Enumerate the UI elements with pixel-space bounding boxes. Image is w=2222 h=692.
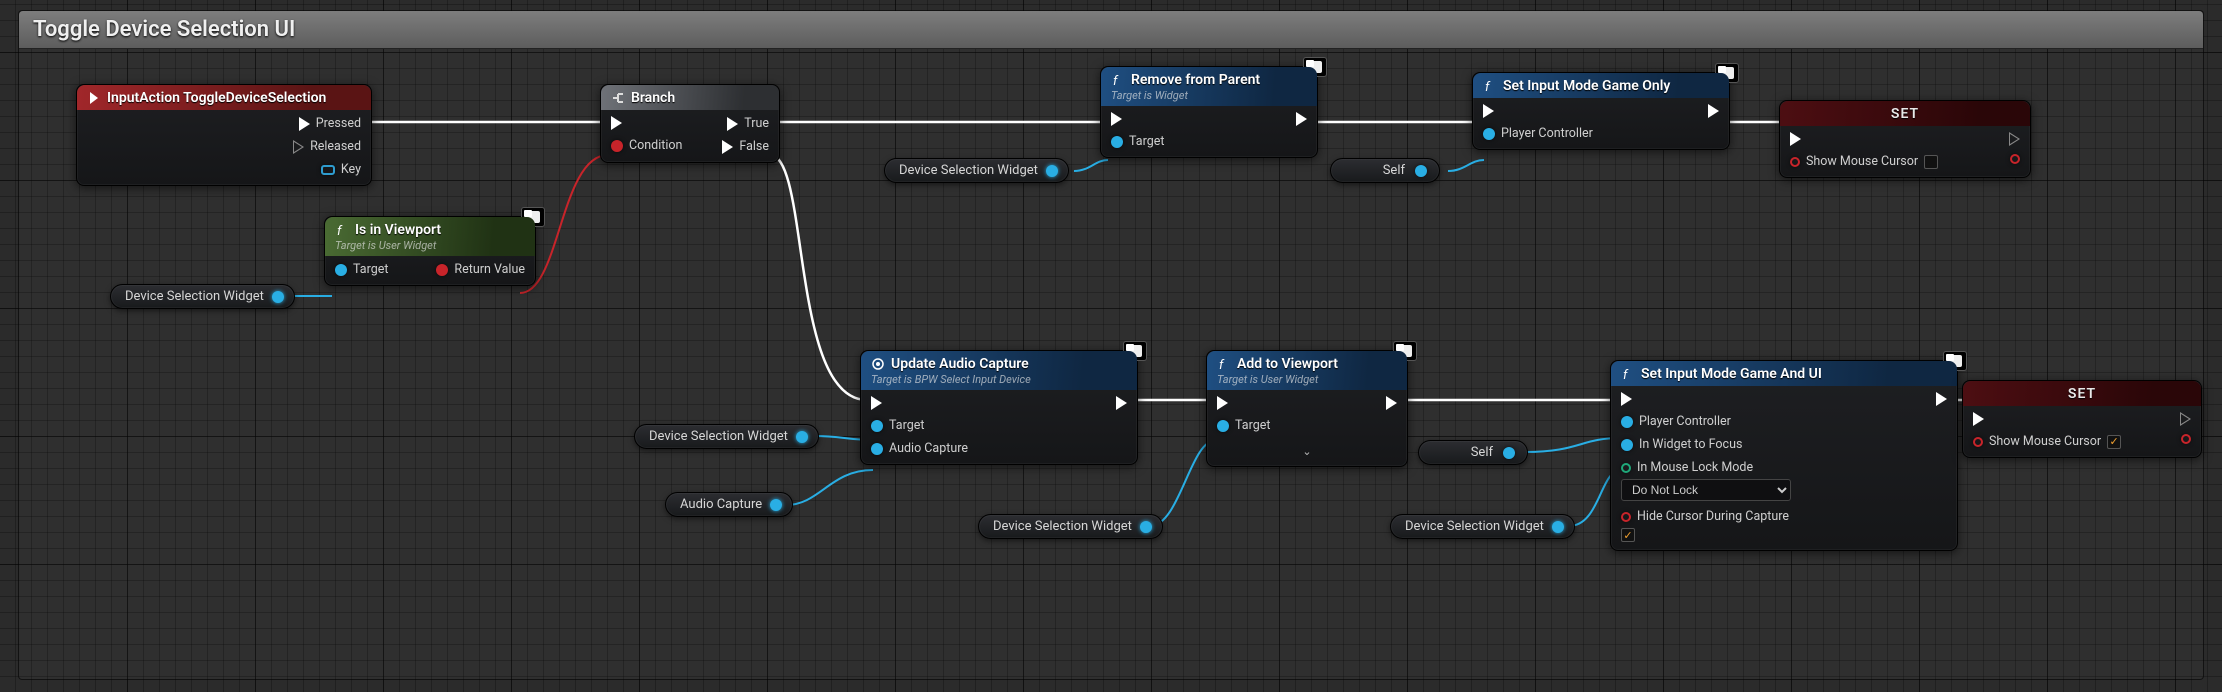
pin-return-value[interactable]: Return Value <box>436 262 525 277</box>
node-title: Set Input Mode Game Only <box>1503 78 1670 94</box>
pin-true[interactable]: True <box>727 116 769 131</box>
checkbox-unchecked[interactable] <box>1924 155 1938 169</box>
pin-exec-out[interactable] <box>1936 392 1947 406</box>
pin-exec-in[interactable] <box>871 396 882 410</box>
node-add-to-viewport[interactable]: f Add to Viewport Target is User Widget … <box>1206 350 1408 467</box>
node-title: Set Input Mode Game And UI <box>1641 366 1822 382</box>
node-title: Update Audio Capture <box>891 356 1029 372</box>
node-title: Add to Viewport <box>1237 356 1338 372</box>
node-title: SET <box>1790 106 2020 122</box>
pin-exec-in[interactable] <box>1621 392 1632 406</box>
var-device-selection-widget[interactable]: Device Selection Widget <box>884 158 1069 183</box>
event-call-icon <box>871 357 885 371</box>
var-label: Audio Capture <box>680 497 762 512</box>
svg-text:f: f <box>1485 80 1491 93</box>
pin-in-widget-to-focus[interactable]: In Widget to Focus <box>1621 437 1742 452</box>
expand-caret-icon[interactable]: ⌄ <box>1302 445 1311 458</box>
pin-show-mouse-cursor[interactable]: Show Mouse Cursor <box>1790 154 1938 169</box>
pin-in-mouse-lock-mode[interactable]: In Mouse Lock Mode Do Not Lock <box>1621 460 1791 501</box>
function-icon: f <box>1483 79 1497 93</box>
var-self[interactable]: Self <box>1418 440 1528 465</box>
function-icon: f <box>335 223 349 237</box>
node-title: InputAction ToggleDeviceSelection <box>107 90 326 106</box>
node-update-audio-capture[interactable]: Update Audio Capture Target is BPW Selec… <box>860 350 1138 465</box>
node-set-input-game-and-ui[interactable]: f Set Input Mode Game And UI Player Cont… <box>1610 360 1958 551</box>
var-label: Device Selection Widget <box>899 163 1038 178</box>
node-subtitle: Target is BPW Select Input Device <box>871 373 1127 386</box>
pin-exec-in[interactable] <box>1483 104 1494 118</box>
pin-false[interactable]: False <box>722 139 769 154</box>
node-set-show-mouse-cursor-true[interactable]: SET Show Mouse Cursor <box>1962 380 2202 458</box>
checkbox-checked[interactable] <box>2107 435 2121 449</box>
checkbox-checked[interactable] <box>1621 528 1635 542</box>
pin-exec-in[interactable] <box>1790 132 1801 146</box>
event-icon <box>87 91 101 105</box>
var-device-selection-widget[interactable]: Device Selection Widget <box>110 284 295 309</box>
var-label: Device Selection Widget <box>1405 519 1544 534</box>
node-title: SET <box>1973 386 2191 402</box>
pin-released[interactable]: Released <box>293 139 361 154</box>
comment-title[interactable]: Toggle Device Selection UI <box>19 11 2203 49</box>
pin-exec-out[interactable] <box>1386 396 1397 410</box>
node-subtitle: Target is User Widget <box>335 239 525 252</box>
pin-exec-out[interactable] <box>1708 104 1719 118</box>
pin-condition[interactable]: Condition <box>611 138 682 153</box>
pin-exec-in[interactable] <box>1217 396 1228 410</box>
node-subtitle: Target is Widget <box>1111 89 1307 102</box>
pin-pressed[interactable]: Pressed <box>299 116 361 131</box>
var-device-selection-widget[interactable]: Device Selection Widget <box>1390 514 1575 539</box>
node-remove-from-parent[interactable]: f Remove from Parent Target is Widget Ta… <box>1100 66 1318 158</box>
var-audio-capture[interactable]: Audio Capture <box>665 492 793 517</box>
node-title: Is in Viewport <box>355 222 441 238</box>
var-label: Self <box>1471 445 1493 460</box>
pin-target[interactable]: Target <box>1111 134 1164 149</box>
var-self[interactable]: Self <box>1330 158 1440 183</box>
var-device-selection-widget[interactable]: Device Selection Widget <box>634 424 819 449</box>
pin-target[interactable]: Target <box>335 262 388 277</box>
pin-player-controller[interactable]: Player Controller <box>1621 414 1731 429</box>
pin-target[interactable]: Target <box>871 418 924 433</box>
node-subtitle: Target is User Widget <box>1217 373 1397 386</box>
pin-player-controller[interactable]: Player Controller <box>1483 126 1593 141</box>
svg-text:f: f <box>1623 368 1629 381</box>
pin-exec-in[interactable] <box>611 116 622 130</box>
svg-text:f: f <box>1113 74 1119 87</box>
node-set-show-mouse-cursor-false[interactable]: SET Show Mouse Cursor <box>1779 100 2031 178</box>
node-set-input-game-only[interactable]: f Set Input Mode Game Only Player Contro… <box>1472 72 1730 150</box>
pin-exec-out[interactable] <box>2009 132 2020 146</box>
var-label: Device Selection Widget <box>649 429 788 444</box>
pin-target[interactable]: Target <box>1217 418 1270 433</box>
node-title: Branch <box>631 90 675 106</box>
pin-exec-in[interactable] <box>1111 112 1122 126</box>
var-label: Device Selection Widget <box>993 519 1132 534</box>
pin-exec-out[interactable] <box>1116 396 1127 410</box>
node-branch[interactable]: Branch Condition True False <box>600 84 780 163</box>
pin-audio-capture[interactable]: Audio Capture <box>871 441 968 456</box>
node-is-in-viewport[interactable]: f Is in Viewport Target is User Widget T… <box>324 216 536 286</box>
function-icon: f <box>1217 357 1231 371</box>
var-device-selection-widget[interactable]: Device Selection Widget <box>978 514 1163 539</box>
pin-exec-out[interactable] <box>2180 412 2191 426</box>
pin-value-out[interactable] <box>2010 154 2020 164</box>
var-label: Device Selection Widget <box>125 289 264 304</box>
pin-key[interactable]: Key <box>321 162 361 177</box>
function-icon: f <box>1621 367 1635 381</box>
dropdown-mouse-lock[interactable]: Do Not Lock <box>1621 479 1791 501</box>
svg-text:f: f <box>1219 358 1225 371</box>
function-icon: f <box>1111 73 1125 87</box>
pin-hide-cursor[interactable]: Hide Cursor During Capture <box>1621 509 1789 542</box>
pin-exec-out[interactable] <box>1296 112 1307 126</box>
var-label: Self <box>1383 163 1405 178</box>
node-input-action[interactable]: InputAction ToggleDeviceSelection Presse… <box>76 84 372 186</box>
pin-value-out[interactable] <box>2181 434 2191 444</box>
pin-exec-in[interactable] <box>1973 412 1984 426</box>
branch-icon <box>611 91 625 105</box>
node-title: Remove from Parent <box>1131 72 1260 88</box>
svg-text:f: f <box>337 224 343 237</box>
pin-show-mouse-cursor[interactable]: Show Mouse Cursor <box>1973 434 2121 449</box>
